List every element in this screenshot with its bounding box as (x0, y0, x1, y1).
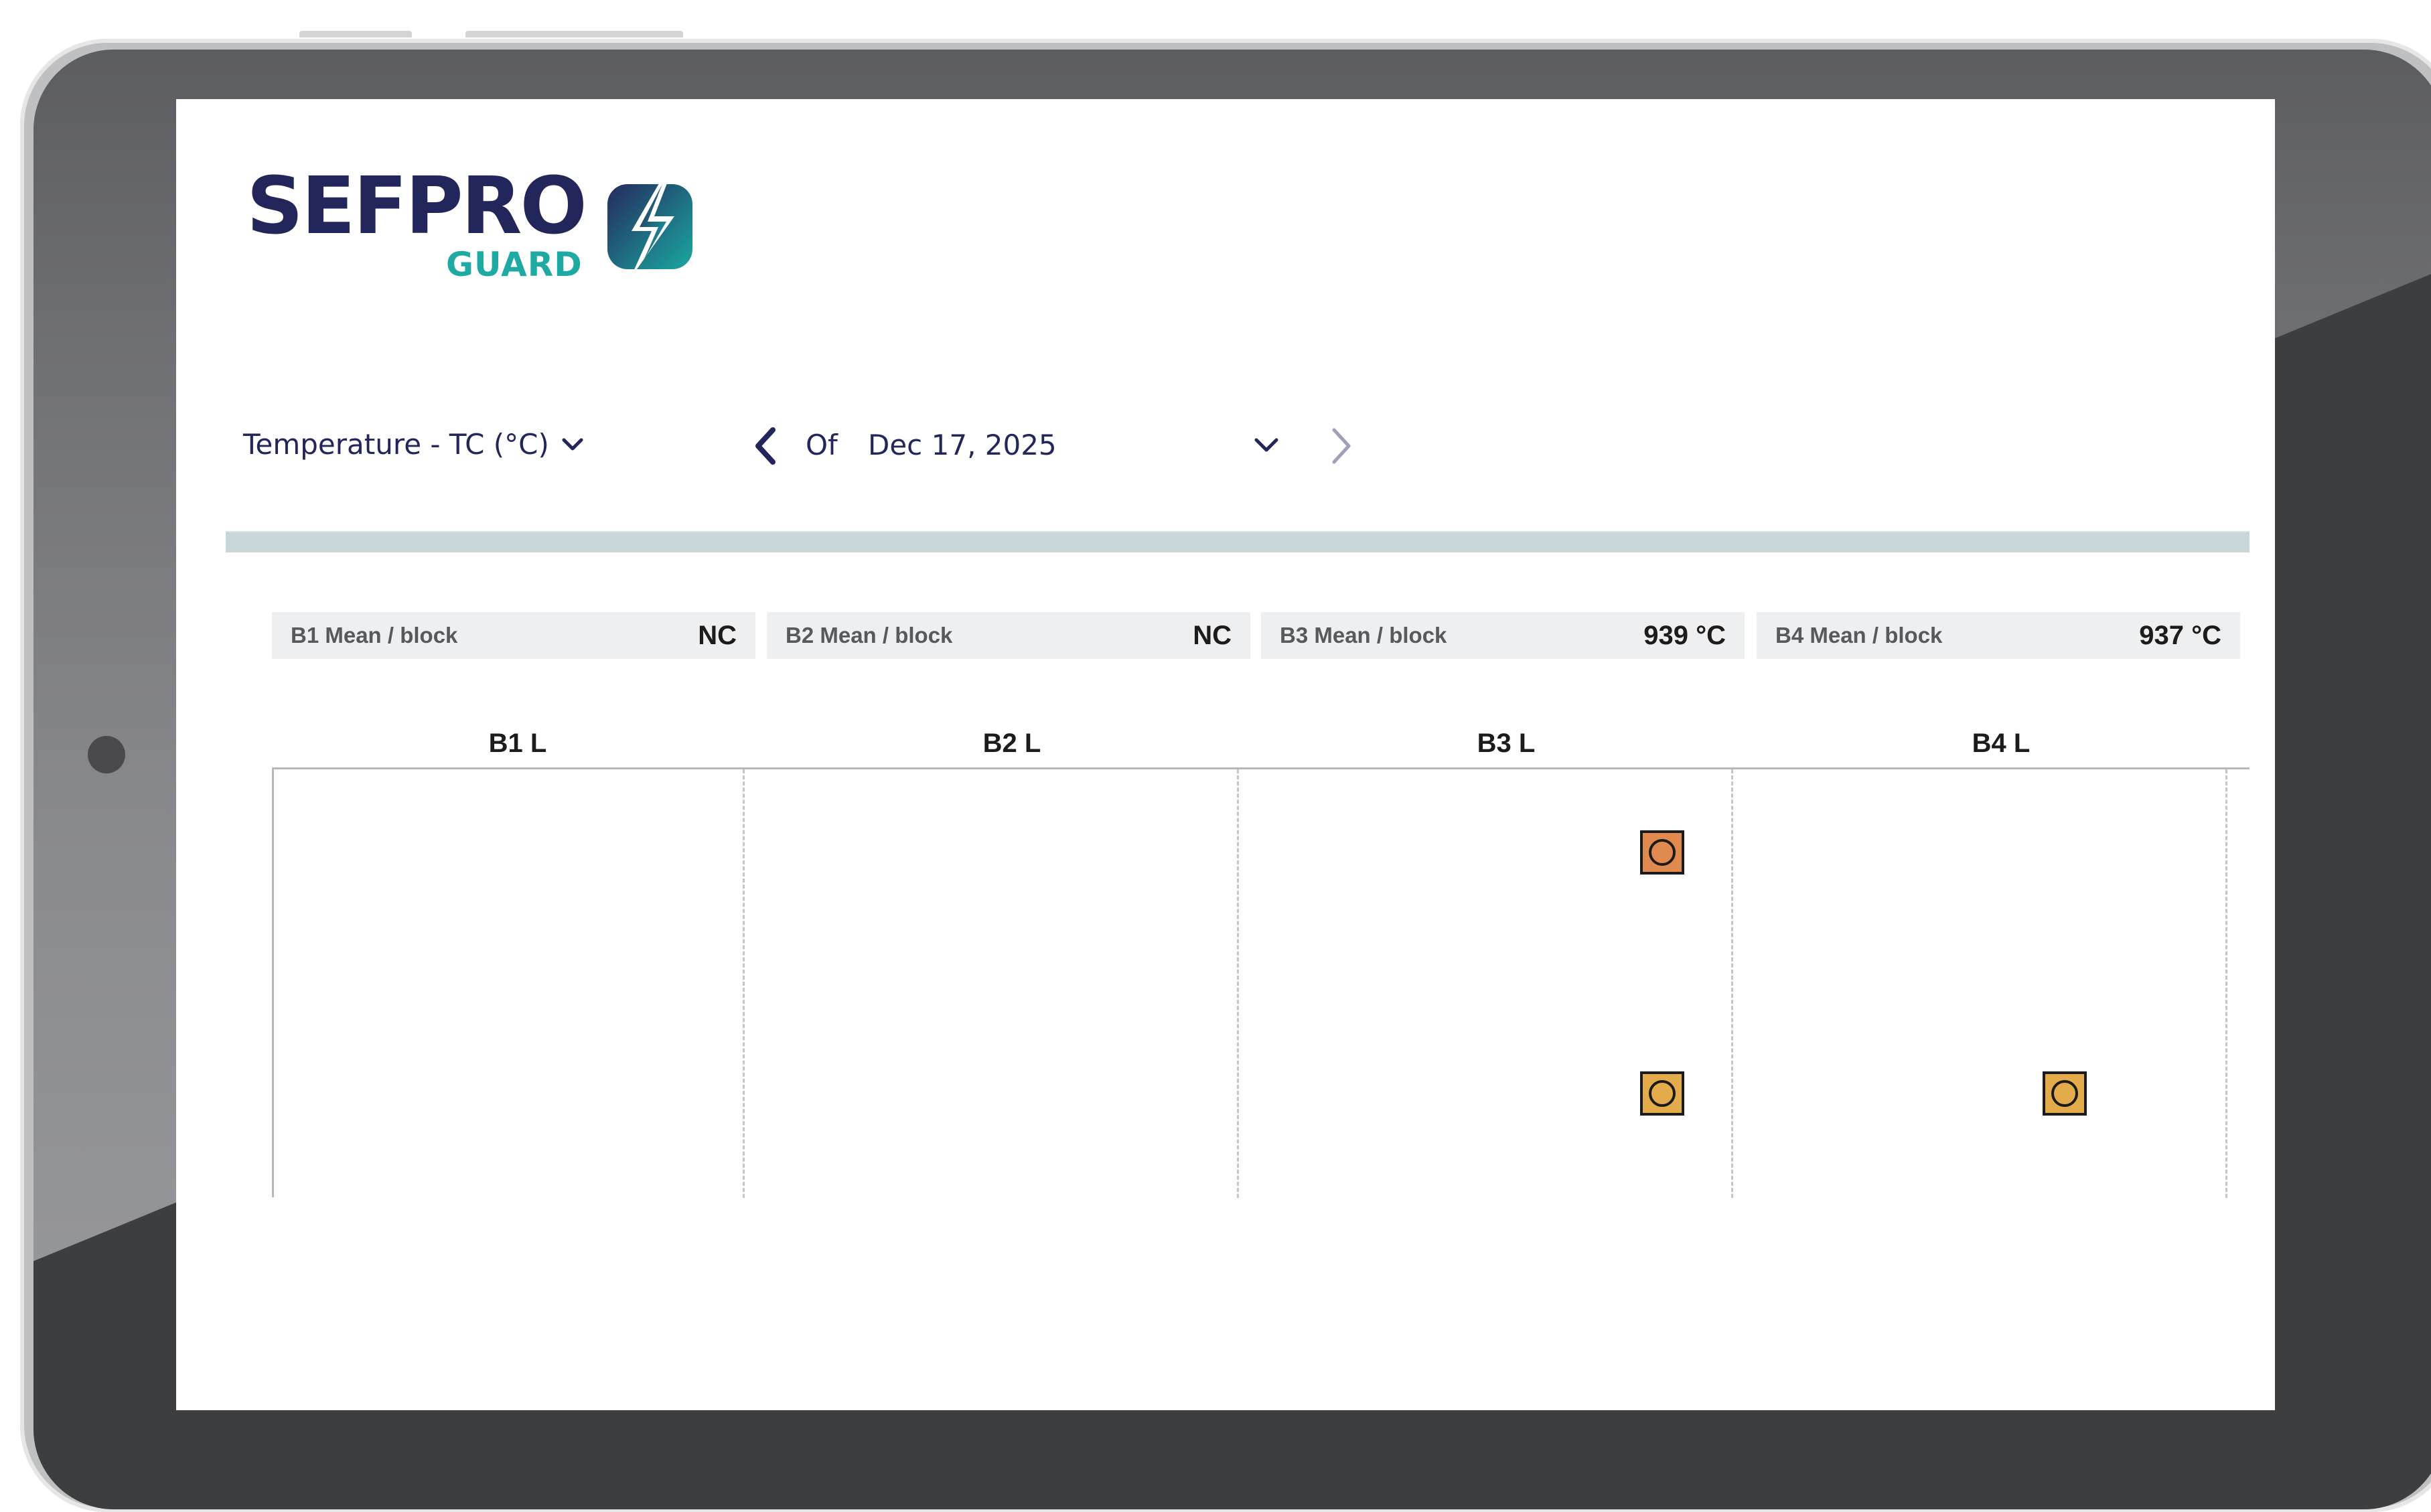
thermocouple-marker-b4-row2[interactable] (2043, 1071, 2087, 1116)
chevron-left-icon[interactable] (749, 426, 782, 466)
chevron-down-icon (562, 438, 583, 451)
card-value: 937 °C (2139, 620, 2221, 650)
circle-icon (1649, 839, 1676, 866)
tablet-screen: SEFPRO GUARD Temperature - TC (°C) Of De… (176, 99, 2275, 1410)
chevron-down-icon[interactable] (1253, 437, 1280, 454)
grid-column-separator (2225, 769, 2227, 1198)
tablet-volume-button (299, 31, 412, 37)
logo-wordmark: SEFPRO (246, 159, 587, 252)
logo-subtitle: GUARD (446, 245, 583, 284)
chevron-right-icon[interactable] (1325, 426, 1358, 466)
grid-column-separator (1731, 769, 1733, 1198)
grid-top-border (272, 767, 2250, 769)
grid-column-separator (1237, 769, 1239, 1198)
card-label: B3 Mean / block (1280, 623, 1447, 648)
lightning-bolt-icon (607, 171, 692, 279)
circle-icon (2051, 1080, 2078, 1107)
thermocouple-marker-b3-row2[interactable] (1640, 1071, 1684, 1116)
card-value: NC (698, 620, 737, 650)
mean-card-b4: B4 Mean / block 937 °C (1757, 612, 2240, 659)
metric-selector-label: Temperature - TC (°C) (243, 428, 549, 461)
grid-left-border (272, 767, 274, 1197)
thermocouple-marker-b3-row1[interactable] (1640, 830, 1684, 875)
section-divider (226, 531, 2250, 552)
mean-card-b2: B2 Mean / block NC (767, 612, 1250, 659)
column-header-b4: B4 L (1972, 729, 2031, 758)
column-header-b1: B1 L (488, 729, 547, 758)
tablet-camera (88, 736, 125, 773)
mean-card-b3: B3 Mean / block 939 °C (1261, 612, 1745, 659)
mean-card-b1: B1 Mean / block NC (272, 612, 755, 659)
grid-column-separator (743, 769, 745, 1198)
card-label: B2 Mean / block (786, 623, 953, 648)
card-value: 939 °C (1643, 620, 1726, 650)
tablet-power-button (465, 31, 683, 37)
card-label: B4 Mean / block (1775, 623, 1943, 648)
column-header-b3: B3 L (1477, 729, 1536, 758)
column-header-b2: B2 L (982, 729, 1041, 758)
card-value: NC (1193, 620, 1232, 650)
metric-selector[interactable]: Temperature - TC (°C) (243, 431, 584, 459)
date-prefix: Of (806, 429, 838, 461)
card-label: B1 Mean / block (291, 623, 458, 648)
date-value[interactable]: Dec 17, 2025 (868, 431, 1057, 459)
circle-icon (1649, 1080, 1676, 1107)
